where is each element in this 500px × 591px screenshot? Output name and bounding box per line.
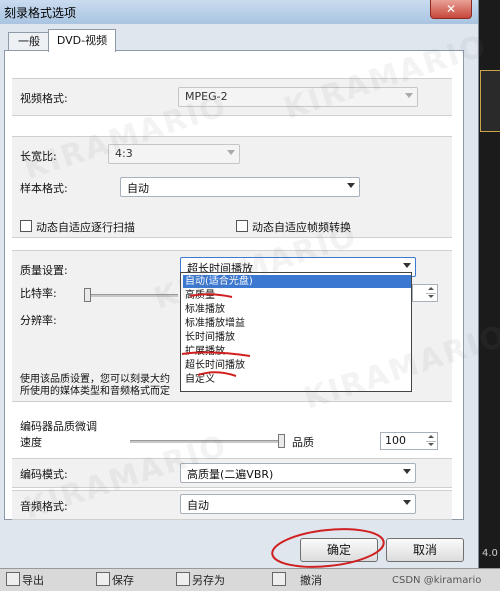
save-icon[interactable] [96, 572, 110, 586]
chevron-down-icon [347, 183, 355, 188]
chevron-down-icon [405, 93, 413, 98]
quality-tuning-slider-track[interactable] [130, 440, 280, 443]
aspect-ratio-label: 长宽比: [20, 150, 57, 163]
bitrate-slider-thumb[interactable] [84, 288, 91, 302]
tab-general[interactable]: 一般 [8, 32, 50, 51]
quality-tuning-value: 100 [385, 434, 406, 447]
encoding-mode-select[interactable]: 高质量(二遍VBR) [180, 463, 416, 483]
quality-option-auto[interactable]: 自动(适合光盘) [183, 275, 411, 288]
quality-label: 质量设置: [20, 264, 68, 277]
quality-text-label: 品质 [292, 436, 314, 449]
audio-format-select[interactable]: 自动 [180, 494, 416, 514]
chevron-down-icon [227, 150, 235, 155]
sample-format-value: 自动 [127, 182, 149, 195]
speed-label: 速度 [20, 436, 42, 449]
video-format-value: MPEG-2 [185, 90, 228, 103]
adaptive-deinterlace-checkbox[interactable] [20, 220, 32, 232]
aspect-ratio-select[interactable]: 4:3 [108, 144, 240, 164]
audio-format-value: 自动 [187, 499, 209, 512]
spin-down-icon[interactable] [426, 441, 436, 448]
adaptive-deinterlace-label: 动态自适应逐行扫描 [36, 221, 135, 234]
spin-down-icon[interactable] [426, 293, 436, 300]
quality-dropdown-list: 自动(适合光盘) 高质量 标准播放 标准播放增益 长时间播放 扩展播放 超长时间… [180, 272, 412, 392]
description-line-2: 所使用的媒体类型和音频格式而定 [20, 386, 170, 397]
video-format-label: 视频格式: [20, 92, 68, 105]
quality-option-extended[interactable]: 扩展播放 [183, 345, 411, 358]
title-bar[interactable]: 刻录格式选项 ✕ [0, 0, 478, 24]
close-button[interactable]: ✕ [430, 0, 472, 19]
chevron-down-icon [403, 263, 411, 268]
bitrate-spinner[interactable] [412, 284, 438, 302]
chevron-down-icon [403, 469, 411, 474]
save-as-button[interactable]: 另存为 [192, 572, 225, 588]
quality-option-standard[interactable]: 标准播放 [183, 303, 411, 316]
export-button[interactable]: 导出 [22, 572, 44, 588]
adaptive-framerate-checkbox[interactable] [236, 220, 248, 232]
ok-button[interactable]: 确定 [300, 538, 378, 562]
export-icon[interactable] [6, 572, 20, 586]
video-format-select[interactable]: MPEG-2 [178, 87, 418, 107]
undo-button[interactable]: 撤消 [300, 572, 322, 588]
quality-option-standard-plus[interactable]: 标准播放增益 [183, 317, 411, 330]
sample-format-label: 样本格式: [20, 182, 68, 195]
quality-tuning-spinner[interactable]: 100 [380, 432, 438, 450]
bitrate-slider-track[interactable] [86, 294, 178, 297]
save-as-icon[interactable] [176, 572, 190, 586]
desktop-version-text: 4.0 [482, 548, 498, 559]
quality-option-long[interactable]: 长时间播放 [183, 331, 411, 344]
quality-option-high[interactable]: 高质量 [183, 289, 411, 302]
dialog-window: 刻录格式选项 ✕ 一般 DVD-视频 视频格式: MPEG-2 长宽比: 4:3… [0, 0, 479, 568]
desktop-thumbnail [480, 70, 500, 132]
adaptive-framerate-label: 动态自适应帧频转换 [252, 221, 351, 234]
window-title: 刻录格式选项 [4, 6, 77, 20]
resolution-label: 分辨率: [20, 314, 57, 327]
audio-format-label: 音频格式: [20, 500, 68, 513]
undo-icon[interactable] [272, 572, 286, 586]
aspect-ratio-value: 4:3 [115, 147, 133, 160]
cancel-button[interactable]: 取消 [386, 538, 464, 562]
quality-tuning-slider-thumb[interactable] [278, 434, 285, 448]
bitrate-label: 比特率: [20, 287, 57, 300]
quality-option-super-long[interactable]: 超长时间播放 [183, 359, 411, 372]
csdn-watermark: CSDN @kiramario [392, 575, 482, 586]
encoder-tuning-label: 编码器品质微调 [20, 420, 97, 433]
encoding-mode-label: 编码模式: [20, 468, 68, 481]
encoding-mode-value: 高质量(二遍VBR) [187, 468, 274, 481]
quality-option-custom[interactable]: 自定义 [183, 373, 411, 386]
chevron-down-icon [403, 500, 411, 505]
sample-format-select[interactable]: 自动 [120, 177, 360, 197]
tab-dvd-video[interactable]: DVD-视频 [48, 29, 116, 52]
save-button[interactable]: 保存 [112, 572, 134, 588]
